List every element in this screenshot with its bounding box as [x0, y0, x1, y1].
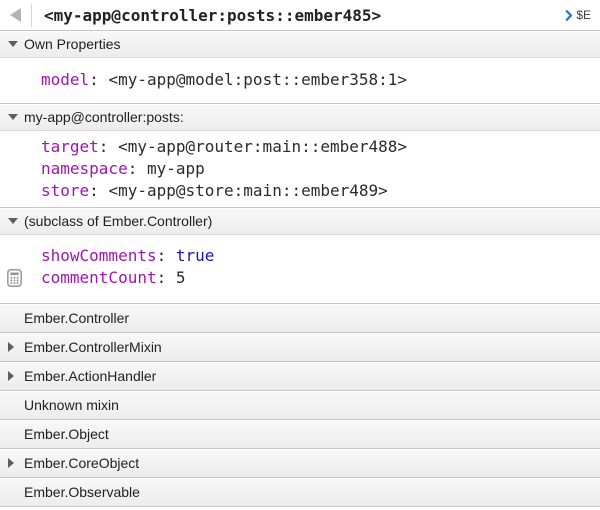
mixin-label: Ember.Object	[24, 426, 109, 442]
mixin-row-ember-controller: Ember.Controller	[0, 303, 600, 332]
console-arrow-icon	[565, 10, 573, 21]
property-value[interactable]: <my-app@model:post::ember358:1>	[108, 70, 407, 89]
property-row-showcomments[interactable]: showCommentstrue	[0, 245, 600, 267]
mixin-label: Ember.ControllerMixin	[24, 339, 162, 355]
property-row-target[interactable]: target<my-app@router:main::ember488>	[0, 136, 600, 158]
property-value[interactable]: <my-app@store:main::ember489>	[108, 181, 387, 200]
section-label: Own Properties	[24, 36, 120, 52]
mixin-row-ember-observable: Ember.Observable	[0, 477, 600, 506]
property-name: namespace	[41, 159, 147, 178]
toolbar-divider	[31, 4, 32, 27]
property-name: commentCount	[41, 268, 176, 287]
mixin-row-ember-actionhandler[interactable]: Ember.ActionHandler	[0, 361, 600, 390]
mixin-list: Ember.Controller Ember.ControllerMixin E…	[0, 303, 600, 507]
mixin-label: Unknown mixin	[24, 397, 119, 413]
section-header-own-properties[interactable]: Own Properties	[0, 30, 600, 58]
section-body-subclass: showCommentstrue commentCount5	[0, 235, 600, 303]
inspected-object-title: <my-app@controller:posts::ember485>	[44, 6, 381, 25]
mixin-row-ember-object: Ember.Object	[0, 419, 600, 448]
mixin-row-ember-controllermixin[interactable]: Ember.ControllerMixin	[0, 332, 600, 361]
back-button[interactable]	[0, 0, 31, 30]
mixin-label: Ember.Controller	[24, 310, 129, 326]
property-name: target	[41, 137, 118, 156]
section-body-own-properties: model<my-app@model:post::ember358:1>	[0, 58, 600, 103]
section-label: my-app@controller:posts:	[24, 109, 184, 125]
section-header-subclass[interactable]: (subclass of Ember.Controller)	[0, 207, 600, 235]
property-name: model	[41, 70, 108, 89]
toolbar: <my-app@controller:posts::ember485> $E	[0, 0, 600, 30]
computed-property-calculator-icon	[7, 269, 22, 293]
console-variable-label: $E	[576, 8, 591, 22]
property-value[interactable]: true	[176, 246, 215, 265]
mixin-row-unknown-mixin: Unknown mixin	[0, 390, 600, 419]
property-value[interactable]: my-app	[147, 159, 205, 178]
property-row-model[interactable]: model<my-app@model:post::ember358:1>	[0, 69, 600, 91]
disclosure-collapsed-icon	[8, 458, 24, 468]
section-body-controller-posts: target<my-app@router:main::ember488> nam…	[0, 131, 600, 207]
section-header-controller-posts[interactable]: my-app@controller:posts:	[0, 103, 600, 131]
disclosure-collapsed-icon	[8, 342, 24, 352]
disclosure-expanded-icon	[8, 218, 24, 224]
mixin-row-ember-coreobject[interactable]: Ember.CoreObject	[0, 448, 600, 477]
property-name: showComments	[41, 246, 176, 265]
property-row-commentcount[interactable]: commentCount5	[0, 267, 600, 289]
back-icon	[10, 8, 21, 22]
mixin-label: Ember.ActionHandler	[24, 368, 156, 384]
mixin-label: Ember.Observable	[24, 484, 140, 500]
mixin-label: Ember.CoreObject	[24, 455, 139, 471]
property-name: store	[41, 181, 108, 200]
disclosure-collapsed-icon	[8, 371, 24, 381]
disclosure-expanded-icon	[8, 41, 24, 47]
disclosure-expanded-icon	[8, 114, 24, 120]
property-value[interactable]: <my-app@router:main::ember488>	[118, 137, 407, 156]
property-row-namespace[interactable]: namespacemy-app	[0, 158, 600, 180]
send-to-console-button[interactable]: $E	[565, 8, 600, 22]
property-row-store[interactable]: store<my-app@store:main::ember489>	[0, 180, 600, 202]
property-value[interactable]: 5	[176, 268, 186, 287]
section-label: (subclass of Ember.Controller)	[24, 213, 212, 229]
